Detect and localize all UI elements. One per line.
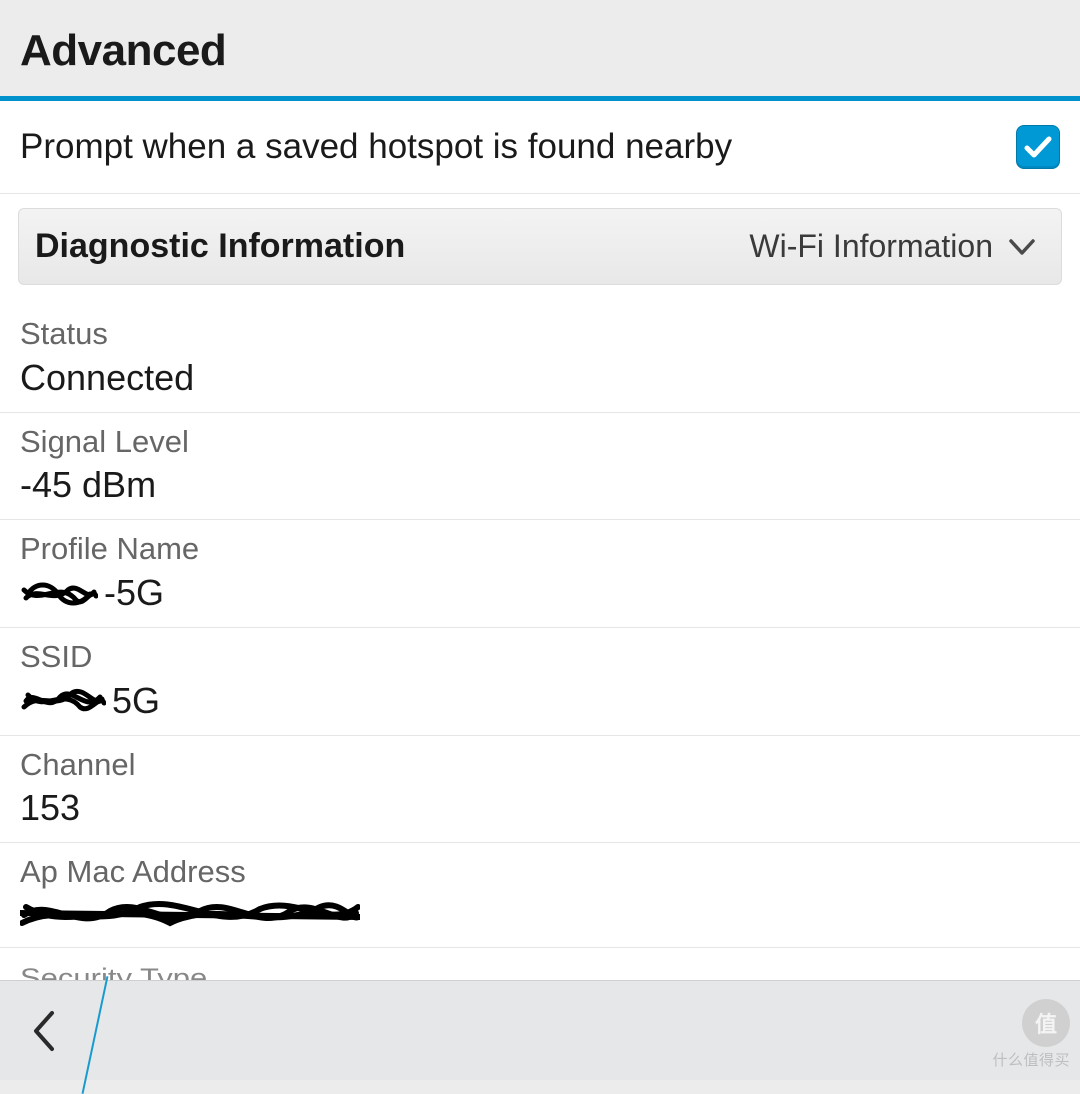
status-label: Status [20, 313, 1060, 355]
info-list: Status Connected Signal Level -45 dBm Pr… [0, 305, 1080, 981]
diagnostic-info-value: Wi-Fi Information [749, 228, 993, 265]
chevron-down-icon [1007, 232, 1037, 262]
status-value: Connected [20, 355, 1060, 402]
prompt-saved-hotspot-row[interactable]: Prompt when a saved hotspot is found nea… [0, 101, 1080, 194]
chevron-left-icon [28, 1009, 62, 1053]
channel-label: Channel [20, 744, 1060, 786]
watermark-text: 什么值得买 [992, 1049, 1070, 1070]
ssid-row: SSID 5G [0, 628, 1080, 736]
ssid-value: 5G [20, 678, 1060, 725]
redacted-icon [20, 893, 360, 937]
checkmark-icon [1022, 131, 1054, 163]
profile-name-label: Profile Name [20, 528, 1060, 570]
watermark: 值 什么值得买 [992, 999, 1070, 1070]
channel-row: Channel 153 [0, 736, 1080, 844]
status-row: Status Connected [0, 305, 1080, 413]
ssid-label: SSID [20, 636, 1060, 678]
content-area: Prompt when a saved hotspot is found nea… [0, 101, 1080, 981]
channel-value: 153 [20, 785, 1060, 832]
ap-mac-value [20, 893, 1060, 937]
prompt-saved-hotspot-label: Prompt when a saved hotspot is found nea… [20, 127, 732, 167]
diagnostic-info-title: Diagnostic Information [35, 227, 405, 266]
diagnostic-info-selected: Wi-Fi Information [749, 228, 1037, 265]
header: Advanced [0, 0, 1080, 101]
signal-level-label: Signal Level [20, 421, 1060, 463]
profile-name-value: -5G [20, 570, 1060, 617]
security-type-row: Security Type [0, 948, 1080, 981]
watermark-badge: 值 [1022, 999, 1070, 1047]
diagnostic-info-dropdown[interactable]: Diagnostic Information Wi-Fi Information [18, 208, 1062, 285]
ap-mac-label: Ap Mac Address [20, 851, 1060, 893]
bottom-toolbar [0, 980, 1080, 1080]
redacted-icon [20, 683, 106, 719]
redacted-icon [20, 576, 98, 612]
ssid-suffix: 5G [112, 678, 160, 725]
profile-name-row: Profile Name -5G [0, 520, 1080, 628]
ap-mac-row: Ap Mac Address [0, 843, 1080, 948]
signal-level-value: -45 dBm [20, 462, 1060, 509]
page-title: Advanced [20, 26, 1060, 76]
back-button[interactable] [0, 981, 90, 1080]
profile-name-suffix: -5G [104, 570, 164, 617]
prompt-saved-hotspot-checkbox[interactable] [1016, 125, 1060, 169]
signal-level-row: Signal Level -45 dBm [0, 413, 1080, 521]
security-type-label: Security Type [20, 956, 1060, 981]
